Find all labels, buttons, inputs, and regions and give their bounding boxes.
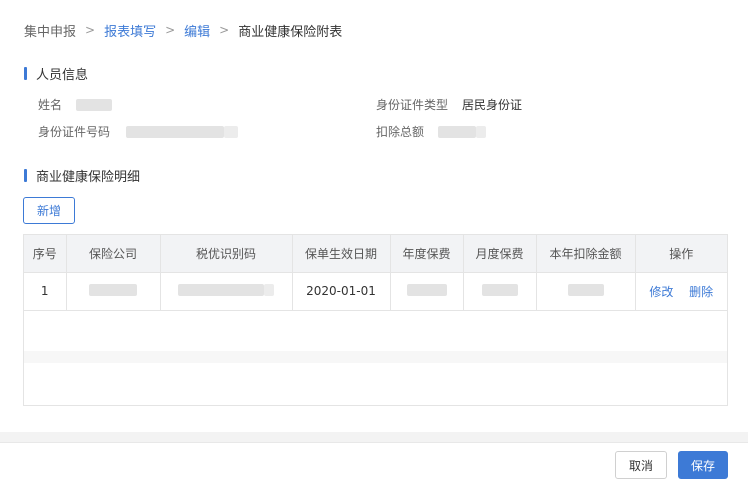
footer-divider-band <box>0 432 748 442</box>
chevron-right-icon: > <box>165 23 176 37</box>
tax-code-redacted-tail <box>264 283 274 296</box>
cell-actions: 修改 删除 <box>635 272 727 311</box>
breadcrumb: 集中申报 > 报表填写 > 编辑 > 商业健康保险附表 <box>24 20 342 40</box>
info-name-row: 姓名 <box>38 96 113 113</box>
column-header-actions: 操作 <box>635 235 727 273</box>
delete-link[interactable]: 删除 <box>689 285 713 299</box>
info-id-number-row: 身份证件号码 <box>38 123 239 140</box>
breadcrumb-item-report-filling[interactable]: 报表填写 <box>104 21 156 40</box>
tax-code-redacted <box>178 283 264 296</box>
annual-premium-redacted <box>406 283 447 296</box>
cell-annual-deduction <box>536 272 636 311</box>
section-title-text: 人员信息 <box>36 68 89 83</box>
breadcrumb-item-edit[interactable]: 编辑 <box>184 21 210 40</box>
name-value-redacted <box>76 98 113 111</box>
section-title-text: 商业健康保险明细 <box>36 170 141 185</box>
deduction-total-value-redacted-tail <box>476 125 487 138</box>
save-button[interactable]: 保存 <box>678 451 728 479</box>
deduction-total-value-redacted <box>438 125 477 138</box>
breadcrumb-item-current: 商业健康保险附表 <box>238 24 343 40</box>
monthly-premium-redacted <box>481 283 518 296</box>
section-marker <box>24 169 27 182</box>
id-number-value-redacted-tail <box>224 125 239 138</box>
cell-annual-premium <box>390 272 464 311</box>
insurer-redacted <box>89 283 137 296</box>
column-header-index: 序号 <box>24 235 67 273</box>
column-header-insurer: 保险公司 <box>66 235 161 273</box>
info-id-type-row: 身份证件类型 居民身份证 <box>376 96 522 113</box>
id-number-label: 身份证件号码 <box>38 125 111 139</box>
column-header-annual-deduction: 本年扣除金额 <box>536 235 636 273</box>
column-header-monthly-premium: 月度保费 <box>463 235 537 273</box>
id-number-value-redacted <box>126 125 225 138</box>
cell-insurer <box>66 272 161 311</box>
add-button[interactable]: 新增 <box>23 197 75 224</box>
id-type-label: 身份证件类型 <box>376 98 449 112</box>
insurance-table: 序号 保险公司 税优识别码 保单生效日期 年度保费 月度保费 本年扣除金额 操作… <box>23 234 728 406</box>
cell-effective-date: 2020-01-01 <box>292 272 391 311</box>
cell-monthly-premium <box>463 272 537 311</box>
cancel-button[interactable]: 取消 <box>615 451 667 479</box>
name-label: 姓名 <box>38 98 63 112</box>
footer-divider-line <box>0 442 748 443</box>
cell-tax-code <box>160 272 293 311</box>
info-deduction-total-row: 扣除总额 <box>376 123 487 140</box>
annual-deduction-redacted <box>567 283 604 296</box>
column-header-effective-date: 保单生效日期 <box>292 235 391 273</box>
chevron-right-icon: > <box>85 23 96 37</box>
section-marker <box>24 67 27 80</box>
id-type-value: 居民身份证 <box>462 98 523 112</box>
section-title-insurance-detail: 商业健康保险明细 <box>24 166 140 185</box>
deduction-total-label: 扣除总额 <box>376 125 425 139</box>
breadcrumb-item-centralized-filing[interactable]: 集中申报 <box>24 21 76 40</box>
section-title-person-info: 人员信息 <box>24 64 88 83</box>
table-row: 1 2020-01-01 修改 删除 <box>24 272 727 311</box>
table-header-row: 序号 保险公司 税优识别码 保单生效日期 年度保费 月度保费 本年扣除金额 操作 <box>24 235 727 273</box>
chevron-right-icon: > <box>219 23 230 37</box>
column-header-annual-premium: 年度保费 <box>390 235 464 273</box>
edit-link[interactable]: 修改 <box>649 285 673 299</box>
table-empty-area <box>24 351 727 363</box>
column-header-tax-code: 税优识别码 <box>160 235 293 273</box>
cell-index: 1 <box>24 272 67 311</box>
